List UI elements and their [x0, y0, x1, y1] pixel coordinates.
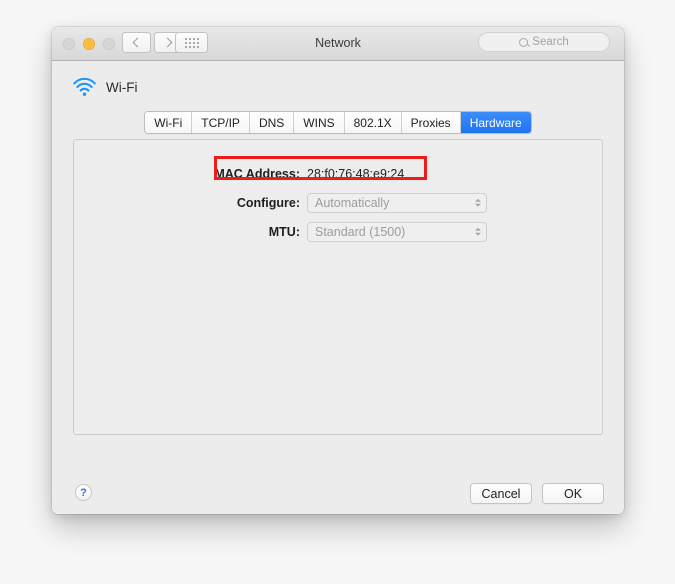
tab-dns[interactable]: DNS: [249, 112, 295, 133]
search-input[interactable]: Search: [478, 32, 610, 52]
search-placeholder: Search: [532, 36, 569, 48]
help-button[interactable]: ?: [75, 484, 92, 501]
tab-proxies[interactable]: Proxies: [401, 112, 461, 133]
hardware-rows: MAC Address: 28:f0:76:48:e9:24 Configure…: [74, 162, 602, 249]
mtu-row: MTU: Standard (1500): [74, 220, 602, 243]
service-header: Wi-Fi: [72, 77, 137, 97]
tab-wins[interactable]: WINS: [294, 112, 345, 133]
network-preferences-window: Network Search Wi-Fi Wi-Fi TCP/IP DNS WI…: [52, 27, 624, 514]
cancel-button[interactable]: Cancel: [470, 483, 532, 504]
wifi-icon: [73, 77, 96, 96]
tab-bar: Wi-Fi TCP/IP DNS WINS 802.1X Proxies Har…: [52, 111, 624, 134]
configure-popup-button[interactable]: Automatically: [307, 192, 487, 213]
search-icon: [519, 37, 529, 47]
hardware-panel: MAC Address: 28:f0:76:48:e9:24 Configure…: [73, 139, 603, 435]
mtu-value: Standard (1500): [315, 224, 406, 239]
tab-8021x[interactable]: 802.1X: [344, 112, 402, 133]
chevron-up-down-icon: [475, 198, 481, 207]
mac-address-label: MAC Address:: [214, 166, 300, 181]
mtu-label: MTU:: [268, 224, 300, 239]
chevron-up-down-icon: [475, 227, 481, 236]
tab-hardware[interactable]: Hardware: [460, 112, 531, 133]
tab-wifi[interactable]: Wi-Fi: [145, 112, 193, 133]
tab-tcpip[interactable]: TCP/IP: [192, 112, 250, 133]
ok-button[interactable]: OK: [542, 483, 604, 504]
configure-row: Configure: Automatically: [74, 191, 602, 214]
dialog-buttons: Cancel OK: [470, 483, 604, 504]
window-body: Wi-Fi Wi-Fi TCP/IP DNS WINS 802.1X Proxi…: [52, 61, 624, 514]
configure-value: Automatically: [315, 195, 390, 210]
configure-label: Configure:: [236, 195, 300, 210]
mtu-popup-button[interactable]: Standard (1500): [307, 221, 487, 242]
window-titlebar: Network Search: [52, 27, 624, 61]
mac-address-value: 28:f0:76:48:e9:24: [307, 166, 405, 181]
service-name: Wi-Fi: [106, 79, 138, 95]
mac-address-row: MAC Address: 28:f0:76:48:e9:24: [74, 162, 602, 185]
